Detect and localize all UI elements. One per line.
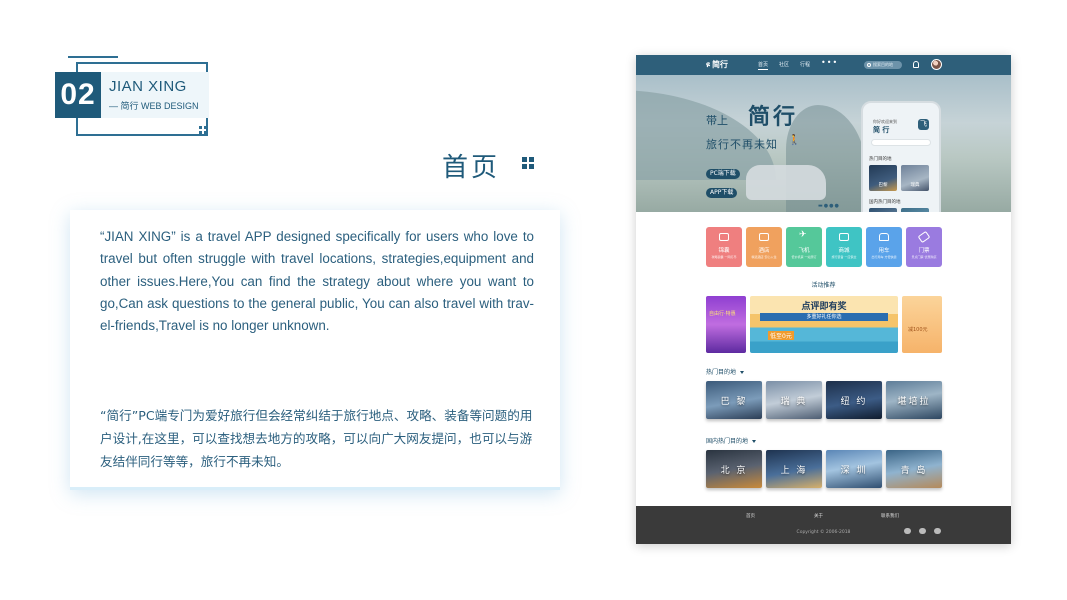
- car-icon: [879, 233, 889, 241]
- phone-title: 简 行: [873, 126, 890, 134]
- carousel-dots[interactable]: ▬●●●: [818, 203, 840, 209]
- search-icon: [867, 62, 871, 67]
- phone-dest-image: [901, 208, 929, 212]
- homepage-mockup: ዩ 简行 首页 社区 行程 ••• 搜索目的地 带上 简行 旅行不再未知 🚶 PC…: [636, 55, 1011, 544]
- promo-banner-main[interactable]: 点评即有奖 多重好礼任你选 低至0元: [750, 296, 898, 353]
- caret-down-icon: [752, 440, 757, 443]
- destination-card[interactable]: 上 海: [766, 450, 822, 488]
- weibo-icon[interactable]: [934, 528, 941, 534]
- destination-card[interactable]: 北 京: [706, 450, 762, 488]
- avatar[interactable]: [931, 59, 942, 70]
- phone-dest-image: 瑞典: [901, 165, 929, 191]
- hero-car: [746, 165, 826, 200]
- footer-link-home[interactable]: 首页: [746, 513, 755, 519]
- footer-copyright: Copyright © 2006-2018: [796, 530, 851, 535]
- bag-icon: [719, 233, 729, 241]
- nav-item-home[interactable]: 首页: [758, 61, 769, 70]
- hero-line1: 带上: [706, 114, 728, 127]
- phone-dest-image: [869, 208, 897, 212]
- plane-icon: ✈: [799, 230, 807, 240]
- category-guide[interactable]: 锦囊 攻略锦囊 一网打尽: [706, 227, 742, 267]
- phone-dest-image: 巴黎: [869, 165, 897, 191]
- phone-search: [871, 139, 931, 146]
- phone-mockup: 你好欢迎来到 简 行 飞 热门目的地 巴黎 瑞典 国内热门目的地: [861, 101, 941, 212]
- footer-link-contact[interactable]: 联系我们: [881, 513, 899, 519]
- promo-headline: 点评即有奖: [801, 302, 847, 312]
- destination-card[interactable]: 堪培拉: [886, 381, 942, 419]
- destination-card[interactable]: 巴 黎: [706, 381, 762, 419]
- badge-subtitle: — 简行 WEB DESIGN: [109, 101, 199, 111]
- qq-icon[interactable]: [919, 528, 926, 534]
- activity-title: 活动推荐: [811, 282, 836, 289]
- nav-item-community[interactable]: 社区: [779, 61, 789, 68]
- hero-tagline: 旅行不再未知: [706, 138, 778, 151]
- mockup-logo[interactable]: ዩ 简行: [706, 59, 728, 70]
- phone-hot-title: 热门目的地: [869, 157, 892, 162]
- hot-destinations-title[interactable]: 热门目的地: [706, 367, 745, 376]
- app-download-button[interactable]: APP下载: [706, 188, 738, 198]
- destination-card[interactable]: 深 圳: [826, 450, 882, 488]
- hiker-icon: 🚶: [788, 135, 801, 146]
- description-chinese: “简行”PC端专门为爱好旅行但会经常纠结于旅行地点、攻略、装备等问题的用户设计,…: [100, 408, 533, 469]
- section-number: 02: [55, 72, 101, 118]
- promo-price: 低至0元: [768, 331, 794, 340]
- more-icon[interactable]: •••: [821, 58, 838, 67]
- hotel-icon: [759, 233, 769, 241]
- category-mall[interactable]: 商城 旅行装备 一应俱全: [826, 227, 862, 267]
- description-english: “JIAN XING” is a travel APP designed spe…: [100, 229, 534, 334]
- category-ticket[interactable]: 门票 景点门票 优惠购买: [906, 227, 942, 267]
- page-title: 首页: [442, 152, 501, 182]
- shopping-bag-icon: [839, 233, 849, 241]
- caret-down-icon: [740, 371, 745, 374]
- badge-frame-accent: [68, 56, 118, 58]
- search-placeholder: 搜索目的地: [873, 62, 893, 67]
- promo-banner-left[interactable]: 自由行·特惠: [706, 296, 746, 353]
- wechat-icon[interactable]: [904, 528, 911, 534]
- promo-banner-right[interactable]: 减100元: [902, 296, 942, 353]
- dots-icon: [199, 126, 209, 136]
- phone-app-icon: 飞: [918, 119, 929, 130]
- promo-strip: 多重好礼任你选: [760, 313, 888, 321]
- footer-link-about[interactable]: 关于: [814, 513, 823, 519]
- pc-download-button[interactable]: PC端下载: [706, 169, 740, 179]
- ticket-icon: [917, 230, 931, 244]
- category-flight[interactable]: ✈ 飞机 低价机票 一站预订: [786, 227, 822, 267]
- category-car[interactable]: 用车 出行用车 方便快捷: [866, 227, 902, 267]
- hero-brand: 简行: [748, 105, 799, 130]
- domestic-destinations-title[interactable]: 国内热门目的地: [706, 436, 757, 445]
- description-card: “JIAN XING” is a travel APP designed spe…: [70, 210, 560, 490]
- footer: 首页 关于 联系我们 Copyright © 2006-2018: [636, 506, 1011, 544]
- phone-domestic-title: 国内热门目的地: [869, 200, 901, 205]
- destination-card[interactable]: 青 岛: [886, 450, 942, 488]
- bell-icon[interactable]: [913, 61, 919, 68]
- destination-card[interactable]: 瑞 典: [766, 381, 822, 419]
- nav-item-trips[interactable]: 行程: [800, 61, 810, 68]
- category-hotel[interactable]: 酒店 精选酒店 安心入住: [746, 227, 782, 267]
- hero-banner: 带上 简行 旅行不再未知 🚶 PC端下载 APP下载 ▬●●● 你好欢迎来到 简…: [636, 75, 1011, 212]
- badge-title: JIAN XING: [109, 78, 187, 95]
- mockup-navbar: ዩ 简行 首页 社区 行程 ••• 搜索目的地: [636, 55, 1011, 75]
- destination-card[interactable]: 纽 约: [826, 381, 882, 419]
- dots-icon: [522, 157, 534, 169]
- search-input[interactable]: 搜索目的地: [864, 61, 902, 69]
